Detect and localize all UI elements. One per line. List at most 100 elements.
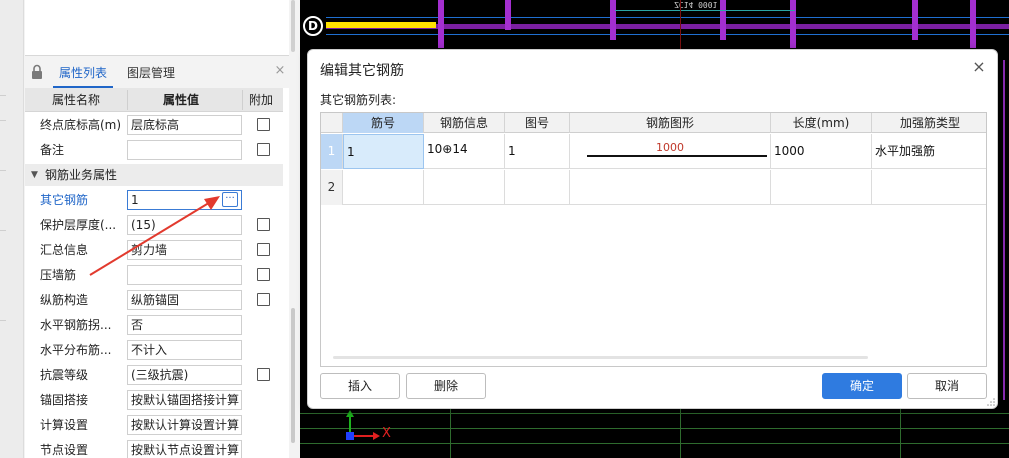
property-table-header: 属性名称 属性值 附加 bbox=[25, 88, 283, 112]
property-value-field[interactable]: 不计入 bbox=[127, 340, 242, 360]
column-header-figure-no[interactable]: 图号 bbox=[505, 113, 570, 133]
property-row[interactable]: 水平钢筋拐... 否 bbox=[25, 313, 283, 338]
edge-tick bbox=[0, 95, 6, 96]
cell-length[interactable] bbox=[771, 170, 872, 205]
grid-line bbox=[300, 428, 1009, 429]
cell-figure-no[interactable] bbox=[505, 170, 570, 205]
property-name: 锚固搭接 bbox=[40, 393, 89, 407]
property-name: 节点设置 bbox=[40, 443, 89, 457]
axis-x-label: X bbox=[382, 426, 391, 441]
cell-figure-no[interactable]: 1 bbox=[505, 134, 570, 169]
table-horizontal-scrollbar[interactable] bbox=[333, 356, 868, 359]
property-row[interactable]: 节点设置 按默认节点设置计算 bbox=[25, 438, 283, 458]
property-row[interactable]: 锚固搭接 按默认锚固搭接计算 bbox=[25, 388, 283, 413]
property-value-field[interactable]: 否 bbox=[127, 315, 242, 335]
upper-panel-area bbox=[25, 0, 289, 56]
extra-checkbox[interactable] bbox=[257, 243, 270, 256]
delete-button[interactable]: 删除 bbox=[406, 373, 486, 399]
cancel-button[interactable]: 取消 bbox=[907, 373, 987, 399]
close-icon[interactable]: × bbox=[273, 64, 287, 78]
rebar-list-label: 其它钢筋列表: bbox=[320, 93, 397, 107]
grid-line bbox=[326, 34, 1009, 35]
cell-bar-info[interactable] bbox=[424, 170, 505, 205]
cell-strengthening-type[interactable] bbox=[872, 170, 986, 205]
tab-layer-management[interactable]: 图层管理 bbox=[121, 60, 181, 88]
property-value-field[interactable]: 按默认节点设置计算 bbox=[127, 440, 242, 458]
property-group-rebar[interactable]: ▼ 钢筋业务属性 bbox=[25, 164, 283, 186]
header-extra: 附加 bbox=[249, 93, 274, 107]
extra-checkbox[interactable] bbox=[257, 118, 270, 131]
column-line bbox=[970, 0, 976, 48]
column-line bbox=[505, 0, 511, 30]
table-row[interactable]: 1 1 10⊕14 1 1000 1000 水平加强筋 bbox=[321, 134, 986, 169]
property-panel: 属性列表 图层管理 × 属性名称 属性值 附加 终点底标高(m) 层底标高 备注… bbox=[0, 0, 300, 458]
column-divider bbox=[127, 90, 128, 110]
property-value-field[interactable]: (三级抗震) bbox=[127, 365, 242, 385]
panel-scrollbar[interactable] bbox=[289, 0, 297, 458]
property-row[interactable]: 抗震等级 (三级抗震) bbox=[25, 363, 283, 388]
property-row[interactable]: 备注 bbox=[25, 138, 283, 163]
property-row[interactable]: 终点底标高(m) 层底标高 bbox=[25, 113, 283, 138]
shape-dimension-label: 1000 bbox=[656, 141, 684, 154]
collapse-caret-icon[interactable]: ▼ bbox=[31, 170, 38, 180]
edge-tick bbox=[0, 320, 6, 321]
extra-checkbox[interactable] bbox=[257, 143, 270, 156]
property-value-field[interactable] bbox=[127, 140, 242, 160]
close-icon[interactable]: × bbox=[971, 59, 987, 75]
dialog-title: 编辑其它钢筋 bbox=[320, 63, 404, 79]
column-header-bar-info[interactable]: 钢筋信息 bbox=[424, 113, 505, 133]
edge-tick bbox=[0, 170, 6, 171]
cell-bar-shape[interactable]: 1000 bbox=[570, 134, 771, 169]
canvas-text: ZC14 0001 HJ.C bbox=[674, 0, 718, 9]
extra-checkbox[interactable] bbox=[257, 293, 270, 306]
column-line bbox=[610, 0, 616, 40]
cell-bar-shape[interactable] bbox=[570, 170, 771, 205]
property-row[interactable]: 计算设置 按默认计算设置计算 bbox=[25, 413, 283, 438]
property-value-field[interactable]: 纵筋锚固 bbox=[127, 290, 242, 310]
column-header-strengthening-type[interactable]: 加强筋类型 bbox=[872, 113, 986, 133]
insert-button[interactable]: 插入 bbox=[320, 373, 400, 399]
header-property-name: 属性名称 bbox=[52, 93, 101, 107]
cell-bar-no[interactable] bbox=[343, 170, 424, 205]
wall-highlight bbox=[326, 22, 436, 28]
column-divider bbox=[242, 90, 243, 110]
extra-checkbox[interactable] bbox=[257, 368, 270, 381]
property-name: 纵筋构造 bbox=[40, 293, 89, 307]
column-header-bar-shape[interactable]: 钢筋图形 bbox=[570, 113, 771, 133]
property-row[interactable]: 纵筋构造 纵筋锚固 bbox=[25, 288, 283, 313]
text-underline bbox=[615, 10, 795, 11]
row-number[interactable]: 2 bbox=[321, 170, 343, 205]
property-name: 计算设置 bbox=[40, 418, 89, 432]
cell-length[interactable]: 1000 bbox=[771, 134, 872, 169]
cell-bar-info[interactable]: 10⊕14 bbox=[424, 134, 505, 169]
cell-bar-no[interactable]: 1 bbox=[343, 134, 424, 169]
scrollbar-thumb-upper[interactable] bbox=[291, 0, 295, 52]
cell-strengthening-type[interactable]: 水平加强筋 bbox=[872, 134, 986, 169]
column-line bbox=[438, 0, 444, 48]
grid-line bbox=[900, 409, 901, 458]
lock-icon[interactable] bbox=[31, 64, 43, 80]
axis-marker-d[interactable]: D bbox=[303, 16, 323, 36]
row-number[interactable]: 1 bbox=[321, 134, 343, 169]
property-row[interactable]: 水平分布筋... 不计入 bbox=[25, 338, 283, 363]
group-label: 钢筋业务属性 bbox=[45, 168, 118, 182]
edge-tick bbox=[0, 120, 6, 121]
wall-line bbox=[1003, 60, 1005, 400]
ok-button[interactable]: 确定 bbox=[822, 373, 902, 399]
extra-checkbox[interactable] bbox=[257, 218, 270, 231]
table-header: 筋号 钢筋信息 图号 钢筋图形 长度(mm) 加强筋类型 bbox=[321, 113, 986, 133]
resize-grip-icon[interactable] bbox=[987, 398, 995, 406]
grid-line bbox=[680, 409, 681, 458]
property-name: 水平钢筋拐... bbox=[40, 318, 112, 332]
scrollbar-thumb[interactable] bbox=[291, 308, 295, 443]
column-header-bar-no[interactable]: 筋号 bbox=[343, 113, 424, 133]
column-header-length[interactable]: 长度(mm) bbox=[771, 113, 872, 133]
property-value-field[interactable]: 按默认计算设置计算 bbox=[127, 415, 242, 435]
extra-checkbox[interactable] bbox=[257, 268, 270, 281]
tab-property-list[interactable]: 属性列表 bbox=[53, 60, 114, 88]
table-row[interactable]: 2 bbox=[321, 170, 986, 205]
property-value-field[interactable]: 层底标高 bbox=[127, 115, 242, 135]
header-corner bbox=[321, 113, 343, 133]
property-value-field[interactable]: 按默认锚固搭接计算 bbox=[127, 390, 242, 410]
panel-left-edge bbox=[0, 0, 24, 458]
